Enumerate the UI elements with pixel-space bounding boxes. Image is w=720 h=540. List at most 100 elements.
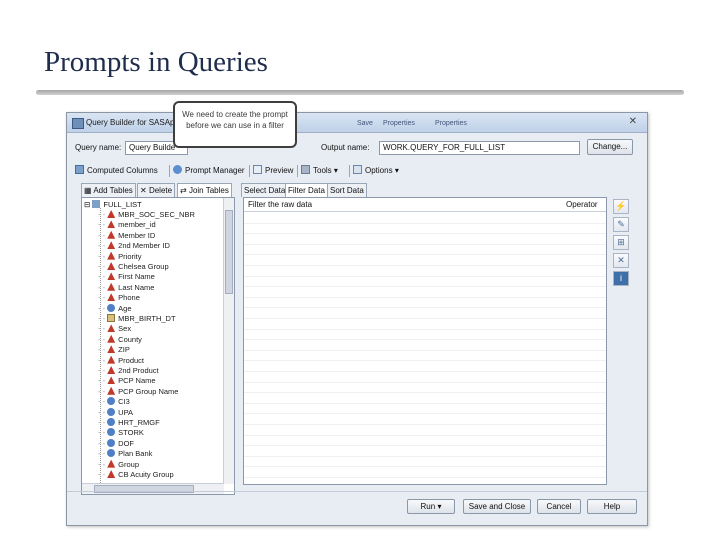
tree-item-label: CB Acuity Group <box>118 470 174 479</box>
grid-row-line <box>244 371 606 372</box>
prompt-manager-label: Prompt Manager <box>185 166 245 175</box>
tree-item[interactable]: - - Sex <box>98 324 131 334</box>
numeric-column-icon <box>107 407 116 416</box>
query-builder-window: Query Builder for SASAp Save Properties … <box>66 112 648 526</box>
info-icon[interactable]: i <box>613 271 629 286</box>
tree-branch: - - <box>98 314 108 323</box>
help-button[interactable]: Help <box>587 499 637 514</box>
tree-item[interactable]: - - First Name <box>98 272 155 282</box>
delete-filter-icon[interactable]: ✕ <box>613 253 629 268</box>
scroll-thumb[interactable] <box>225 210 233 294</box>
tree-item[interactable]: - - Age <box>98 303 132 314</box>
delete-tab[interactable]: ✕ Delete <box>137 183 176 197</box>
preview-button[interactable]: Preview <box>253 165 293 175</box>
tree-branch: - - <box>98 251 108 261</box>
computed-columns-button[interactable]: Computed Columns <box>75 165 158 175</box>
grid-row-line <box>244 360 606 362</box>
tree-item[interactable]: - - 2nd Product <box>98 366 159 376</box>
tree-item[interactable]: - - UPA <box>98 407 134 418</box>
tree-item[interactable]: - - MBR_BIRTH_DT <box>98 314 176 324</box>
grid-row-line <box>244 296 606 298</box>
tree-item-label: ZIP <box>118 345 130 355</box>
tree-item[interactable]: - - ZIP <box>98 345 130 355</box>
tree-item[interactable]: - - Last Name <box>98 282 155 293</box>
run-button[interactable]: Run ▾ <box>407 499 455 514</box>
close-icon[interactable]: ✕ <box>629 116 637 127</box>
grid-row-line <box>244 233 606 235</box>
tree-item-label: MBR_SOC_SEC_NBR <box>118 210 195 219</box>
tree-item-label: member_id <box>118 220 156 230</box>
tree-item[interactable]: - - Group <box>98 459 140 470</box>
tree-vertical-scrollbar[interactable] <box>223 198 234 484</box>
tree-item[interactable]: - - PCP Group Name <box>98 386 178 397</box>
globe-icon <box>173 165 182 174</box>
tree-item[interactable]: - - Plan Bank <box>98 449 152 459</box>
tree-item[interactable]: - - HRT_RMGF <box>98 418 160 428</box>
numeric-column-icon <box>107 418 116 426</box>
tree-item-label: Last Name <box>118 282 155 292</box>
character-column-icon <box>107 241 116 250</box>
edit-filter-icon[interactable]: ✎ <box>613 217 629 232</box>
tree-item[interactable]: - - Product <box>98 355 144 366</box>
join-tables-tab[interactable]: ⇄ Join Tables <box>177 183 232 198</box>
tree-item[interactable]: - - 2nd Member ID <box>98 241 170 251</box>
group-filter-icon[interactable]: ⊞ <box>613 235 629 250</box>
filter-data-tab[interactable]: Filter Data <box>285 183 328 198</box>
titlebar-menu-properties[interactable]: Properties <box>383 120 415 127</box>
options-button[interactable]: Options ▾ <box>353 165 399 175</box>
tree-item-label: Member ID <box>118 230 156 240</box>
numeric-column-icon <box>107 449 116 458</box>
change-button[interactable]: Change... <box>587 139 633 155</box>
cancel-button[interactable]: Cancel <box>537 499 581 514</box>
filter-column-header[interactable]: Filter the raw data <box>248 198 312 211</box>
sort-data-tab[interactable]: Sort Data <box>327 183 367 197</box>
grid-row-line <box>244 413 606 415</box>
add-tables-tab[interactable]: ▦ Add Tables <box>81 183 136 197</box>
titlebar-menu-save[interactable]: Save <box>357 120 373 127</box>
tree-item-label: UPA <box>118 407 134 417</box>
column-tree: ⊟ FULL_LIST - - MBR_SOC_SEC_NBR - - membe… <box>81 197 235 495</box>
grid-row-line <box>244 222 606 224</box>
expand-icon[interactable]: ⊟ <box>84 200 90 209</box>
tree-item[interactable]: - - PCP Name <box>98 376 156 386</box>
tree-item[interactable]: - - STORK <box>98 428 144 438</box>
slide-title: Prompts in Queries <box>44 46 268 78</box>
tree-item[interactable]: - - MBR_SOC_SEC_NBR <box>98 210 195 220</box>
tree-item[interactable]: - - DOF <box>98 438 134 449</box>
tree-branch: - - <box>98 386 108 396</box>
tree-item-label: First Name <box>118 272 155 282</box>
tree-item[interactable]: - - Phone <box>98 293 140 303</box>
tree-item[interactable]: - - Member ID <box>98 230 156 241</box>
tree-item-label: Phone <box>118 293 140 303</box>
grid-row-line <box>244 424 606 425</box>
tree-item[interactable]: - - member_id <box>98 220 156 230</box>
output-name-field[interactable]: WORK.QUERY_FOR_FULL_LIST <box>379 141 580 155</box>
tree-item-label: Age <box>118 303 132 313</box>
tree-horizontal-scrollbar[interactable] <box>82 483 224 494</box>
select-data-tab[interactable]: Select Data <box>241 183 289 197</box>
tree-item[interactable]: - - CB Acuity Group <box>98 470 174 480</box>
grid-row-line <box>244 349 606 351</box>
operator-column-header[interactable]: Operator <box>566 198 598 211</box>
character-column-icon <box>107 293 116 302</box>
grid-row-line <box>244 318 606 319</box>
tree-root[interactable]: ⊟ FULL_LIST <box>84 200 142 209</box>
prompt-manager-button[interactable]: Prompt Manager <box>173 165 245 175</box>
character-column-icon <box>107 324 116 333</box>
character-column-icon <box>107 210 116 218</box>
tree-item[interactable]: - - Chelsea Group <box>98 262 169 272</box>
tree-item[interactable]: - - CI3 <box>98 397 130 407</box>
numeric-column-icon <box>107 397 116 406</box>
grid-row-line <box>244 381 606 383</box>
save-and-close-button[interactable]: Save and Close <box>463 499 531 514</box>
tree-item-label: Group <box>118 459 140 469</box>
tree-item[interactable]: - - County <box>98 334 142 345</box>
tree-branch: - - <box>98 272 108 282</box>
output-name-label: Output name: <box>321 143 370 152</box>
add-filter-icon[interactable]: ⚡ <box>613 199 629 214</box>
chevron-down-icon: ▾ <box>437 502 442 511</box>
tools-button[interactable]: Tools ▾ <box>301 165 338 175</box>
character-column-icon <box>107 282 116 291</box>
titlebar-menu-properties-2[interactable]: Properties <box>435 120 467 127</box>
tree-item[interactable]: - - Priority <box>98 251 142 262</box>
